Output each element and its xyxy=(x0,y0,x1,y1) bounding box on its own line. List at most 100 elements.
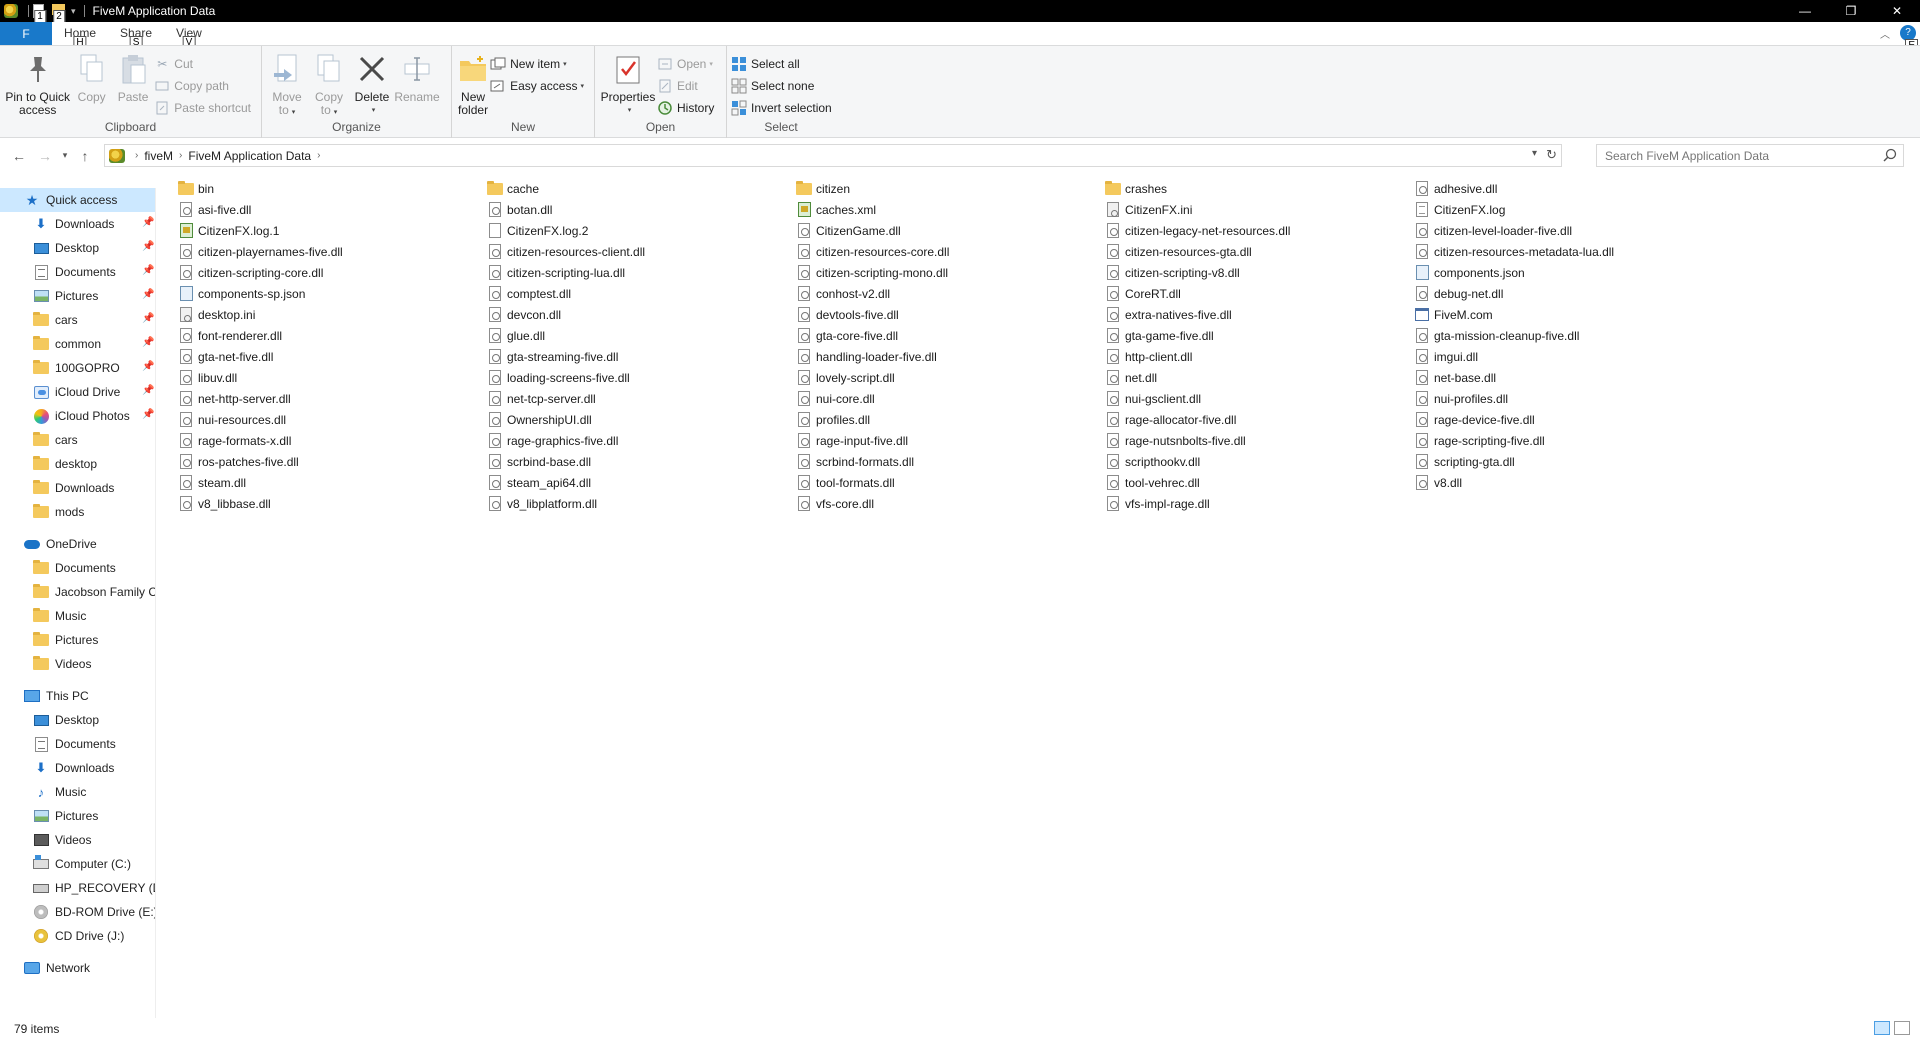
file-item[interactable]: CitizenFX.ini xyxy=(1103,199,1412,220)
file-item[interactable]: rage-allocator-five.dll xyxy=(1103,409,1412,430)
file-item[interactable]: rage-formats-x.dll xyxy=(176,430,485,451)
file-item[interactable]: rage-input-five.dll xyxy=(794,430,1103,451)
delete-dropdown-icon[interactable]: ▾ xyxy=(372,104,376,117)
sidebar-item-icloud-drive[interactable]: iCloud Drive 📌 xyxy=(0,380,155,404)
sidebar-item-this-pc[interactable]: This PC xyxy=(0,684,155,708)
file-item[interactable]: botan.dll xyxy=(485,199,794,220)
file-item[interactable]: ros-patches-five.dll xyxy=(176,451,485,472)
large-icons-view-button[interactable] xyxy=(1894,1021,1910,1035)
file-item[interactable]: tool-vehrec.dll xyxy=(1103,472,1412,493)
details-view-button[interactable] xyxy=(1874,1021,1890,1035)
sidebar-item-onedrive-pictures[interactable]: Pictures xyxy=(0,628,155,652)
properties-dropdown-icon[interactable]: ▾ xyxy=(628,104,632,117)
sidebar-item-pc-pictures[interactable]: Pictures xyxy=(0,804,155,828)
file-item[interactable]: imgui.dll xyxy=(1412,346,1721,367)
file-item[interactable]: adhesive.dll xyxy=(1412,178,1721,199)
search-input[interactable]: Search FiveM Application Data xyxy=(1596,144,1904,167)
file-item[interactable]: http-client.dll xyxy=(1103,346,1412,367)
sidebar-item-cars-recent[interactable]: cars xyxy=(0,428,155,452)
file-item[interactable]: libuv.dll xyxy=(176,367,485,388)
file-item[interactable]: desktop.ini xyxy=(176,304,485,325)
new-item-button[interactable]: New item ▾ xyxy=(490,54,590,74)
history-button[interactable]: History xyxy=(657,98,720,118)
file-item[interactable]: rage-nutsnbolts-five.dll xyxy=(1103,430,1412,451)
file-item[interactable]: citizen-scripting-lua.dll xyxy=(485,262,794,283)
minimize-ribbon-icon[interactable]: ︿ xyxy=(1880,26,1890,41)
file-item[interactable]: net.dll xyxy=(1103,367,1412,388)
file-item[interactable]: gta-game-five.dll xyxy=(1103,325,1412,346)
file-item[interactable]: CitizenFX.log.1 xyxy=(176,220,485,241)
sidebar-item-mods[interactable]: mods xyxy=(0,500,155,524)
sidebar-item-pictures[interactable]: Pictures 📌 xyxy=(0,284,155,308)
sidebar-item-pc-downloads[interactable]: ⬇ Downloads xyxy=(0,756,155,780)
sidebar-item-documents[interactable]: Documents 📌 xyxy=(0,260,155,284)
sidebar-item-jacobson-family[interactable]: Jacobson Family Cc xyxy=(0,580,155,604)
sidebar-item-quick-access[interactable]: ★ Quick access xyxy=(0,188,155,212)
sidebar-item-icloud-photos[interactable]: iCloud Photos 📌 xyxy=(0,404,155,428)
file-item[interactable]: citizen-resources-gta.dll xyxy=(1103,241,1412,262)
file-item[interactable]: citizen-scripting-mono.dll xyxy=(794,262,1103,283)
file-item[interactable]: v8_libbase.dll xyxy=(176,493,485,514)
file-item[interactable]: comptest.dll xyxy=(485,283,794,304)
sidebar-item-downloads[interactable]: ⬇ Downloads 📌 xyxy=(0,212,155,236)
file-item[interactable]: handling-loader-five.dll xyxy=(794,346,1103,367)
file-item[interactable]: rage-graphics-five.dll xyxy=(485,430,794,451)
file-item[interactable]: profiles.dll xyxy=(794,409,1103,430)
file-item[interactable]: FiveM.com xyxy=(1412,304,1721,325)
file-item[interactable]: citizen-resources-client.dll xyxy=(485,241,794,262)
breadcrumb-fivem[interactable]: fiveM xyxy=(144,149,173,163)
file-item[interactable]: OwnershipUI.dll xyxy=(485,409,794,430)
file-item[interactable]: CoreRT.dll xyxy=(1103,283,1412,304)
file-item[interactable]: rage-device-five.dll xyxy=(1412,409,1721,430)
easy-access-button[interactable]: Easy access ▾ xyxy=(490,76,590,96)
sidebar-item-pc-videos[interactable]: Videos xyxy=(0,828,155,852)
folder-item[interactable]: bin xyxy=(176,178,485,199)
qat-properties-button[interactable]: 1 xyxy=(33,4,47,23)
sidebar-item-bd-rom[interactable]: BD-ROM Drive (E:) F xyxy=(0,900,155,924)
sidebar-item-onedrive-videos[interactable]: Videos xyxy=(0,652,155,676)
sidebar-item-downloads-folder[interactable]: Downloads xyxy=(0,476,155,500)
qat-customize-icon[interactable]: ▾ xyxy=(71,6,76,17)
file-item[interactable]: extra-natives-five.dll xyxy=(1103,304,1412,325)
file-item[interactable]: net-http-server.dll xyxy=(176,388,485,409)
file-item[interactable]: citizen-playernames-five.dll xyxy=(176,241,485,262)
file-item[interactable]: nui-resources.dll xyxy=(176,409,485,430)
file-item[interactable]: devcon.dll xyxy=(485,304,794,325)
file-item[interactable]: v8.dll xyxy=(1412,472,1721,493)
file-item[interactable]: devtools-five.dll xyxy=(794,304,1103,325)
address-history-dropdown-icon[interactable]: ▾ xyxy=(1532,148,1537,159)
sidebar-item-network[interactable]: Network xyxy=(0,956,155,980)
file-item[interactable]: steam_api64.dll xyxy=(485,472,794,493)
file-item[interactable]: nui-profiles.dll xyxy=(1412,388,1721,409)
copy-path-button[interactable]: Copy path xyxy=(154,76,257,96)
file-item[interactable]: components.json xyxy=(1412,262,1721,283)
cut-button[interactable]: ✂ Cut xyxy=(154,54,257,74)
file-item[interactable]: net-base.dll xyxy=(1412,367,1721,388)
file-item[interactable]: nui-gsclient.dll xyxy=(1103,388,1412,409)
sidebar-item-100gopro[interactable]: 100GOPRO 📌 xyxy=(0,356,155,380)
sidebar-item-drive-c[interactable]: Computer (C:) xyxy=(0,852,155,876)
maximize-button[interactable]: ❐ xyxy=(1828,0,1874,22)
edit-button[interactable]: Edit xyxy=(657,76,720,96)
sidebar-item-desktop[interactable]: Desktop 📌 xyxy=(0,236,155,260)
folder-item[interactable]: citizen xyxy=(794,178,1103,199)
close-button[interactable]: ✕ xyxy=(1874,0,1920,22)
minimize-button[interactable]: — xyxy=(1782,0,1828,22)
file-item[interactable]: tool-formats.dll xyxy=(794,472,1103,493)
sidebar-item-onedrive[interactable]: OneDrive xyxy=(0,532,155,556)
qat-new-folder-button[interactable]: 2 xyxy=(52,4,66,23)
file-item[interactable]: vfs-impl-rage.dll xyxy=(1103,493,1412,514)
back-button[interactable]: ← xyxy=(6,144,32,168)
file-item[interactable]: components-sp.json xyxy=(176,283,485,304)
sidebar-item-pc-music[interactable]: ♪ Music xyxy=(0,780,155,804)
folder-item[interactable]: cache xyxy=(485,178,794,199)
address-bar[interactable]: › fiveM › FiveM Application Data › ▾ ↻ xyxy=(104,144,1562,167)
sidebar-item-pc-documents[interactable]: Documents xyxy=(0,732,155,756)
file-item[interactable]: vfs-core.dll xyxy=(794,493,1103,514)
refresh-icon[interactable]: ↻ xyxy=(1546,147,1557,163)
breadcrumb-separator-icon[interactable]: › xyxy=(317,150,320,161)
app-icon[interactable] xyxy=(4,4,18,18)
select-none-button[interactable]: Select none xyxy=(731,76,838,96)
file-item[interactable]: asi-five.dll xyxy=(176,199,485,220)
sidebar-item-common[interactable]: common 📌 xyxy=(0,332,155,356)
